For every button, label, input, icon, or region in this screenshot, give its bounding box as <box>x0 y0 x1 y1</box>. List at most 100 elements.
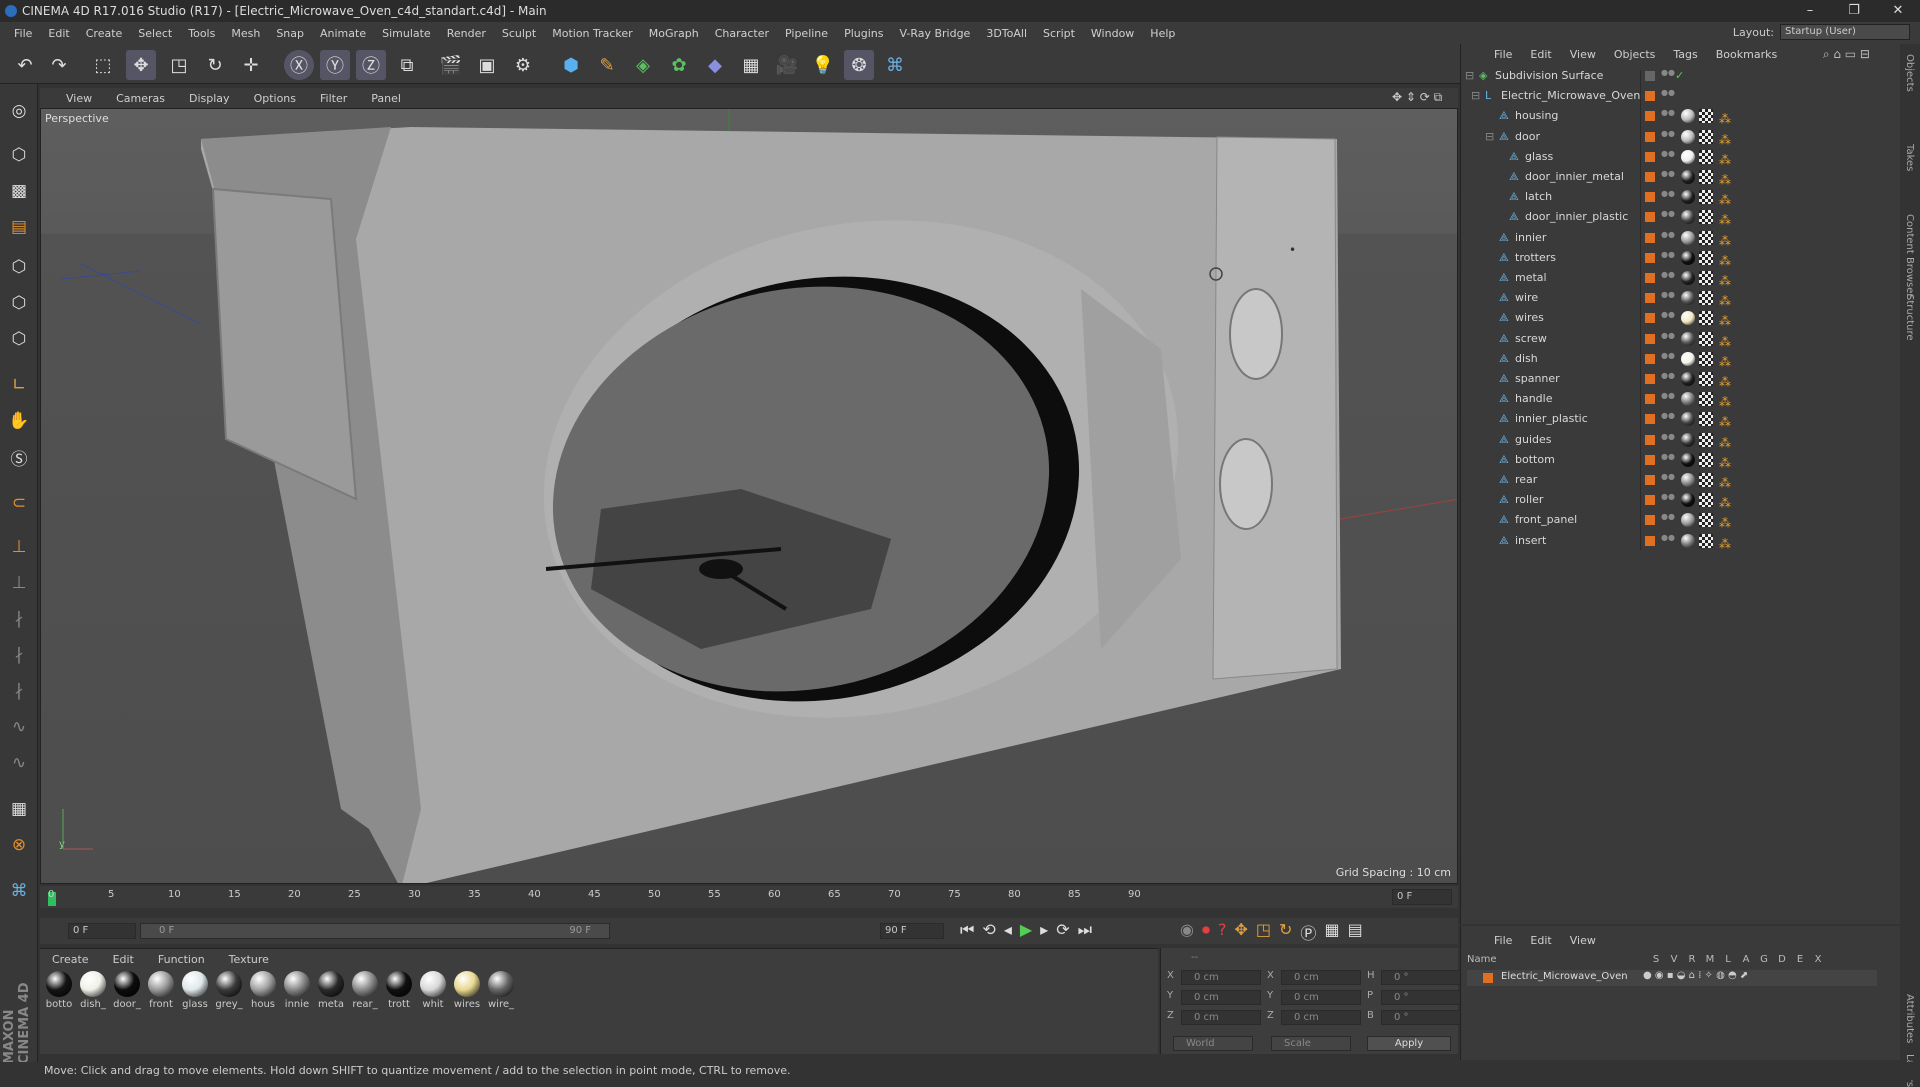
visibility-dots-icon[interactable]: ●● <box>1661 311 1675 324</box>
layout-dropdown[interactable]: Startup (User) <box>1780 24 1910 40</box>
material-swatch[interactable]: botto <box>44 971 74 1010</box>
make-editable-icon[interactable]: ◎ <box>4 96 34 126</box>
timeline-ruler[interactable]: 0 5 10 15 20 25 30 35 40 45 50 55 60 65 70 75 80 85 90 0 F <box>40 886 1458 908</box>
object-row[interactable]: ⟁ housing ●● ⁂ <box>1461 106 1901 127</box>
visibility-dots-icon[interactable]: ●● <box>1661 392 1675 405</box>
object-menu-tags[interactable]: Tags <box>1664 48 1706 61</box>
end-frame-field[interactable]: 90 F <box>880 923 944 939</box>
uvw-tag-icon[interactable] <box>1699 452 1713 467</box>
side-tab-attributes[interactable]: Attributes <box>1904 994 1915 1043</box>
material-tag-icon[interactable] <box>1681 493 1695 508</box>
visibility-dots-icon[interactable]: ●● <box>1661 109 1675 122</box>
object-row[interactable]: ⟁ spanner ●● ⁂ <box>1461 369 1901 390</box>
menu-plugins[interactable]: Plugins <box>836 27 891 40</box>
material-swatch[interactable]: wires <box>452 971 482 1010</box>
object-row[interactable]: ⟁ insert ●● ⁂ <box>1461 531 1901 551</box>
material-tag-icon[interactable] <box>1681 170 1695 184</box>
object-row[interactable]: ⟁ dish ●● ⁂ <box>1461 349 1901 369</box>
material-tag-icon[interactable] <box>1681 533 1695 548</box>
material-swatch[interactable]: trott <box>384 971 414 1010</box>
tweak-mode-icon[interactable]: ✋ <box>4 406 34 436</box>
material-tag-icon[interactable] <box>1681 230 1695 245</box>
visibility-dots-icon[interactable]: ●● <box>1661 412 1675 425</box>
menu-simulate[interactable]: Simulate <box>374 27 439 40</box>
previous-key-icon[interactable]: ⟲ <box>982 920 995 940</box>
menu-help[interactable]: Help <box>1142 27 1183 40</box>
layer-color-swatch[interactable] <box>1645 353 1655 364</box>
side-tab-takes[interactable]: Takes <box>1904 144 1915 171</box>
scale-key-icon[interactable]: ◳ <box>1256 920 1271 944</box>
uvw-tag-icon[interactable] <box>1699 250 1713 265</box>
material-tag-icon[interactable] <box>1681 351 1695 366</box>
camera-icon[interactable]: 🎥 <box>772 50 802 80</box>
object-row[interactable]: ⟁ bottom ●● ⁂ <box>1461 450 1901 470</box>
column-header[interactable]: A <box>1737 954 1755 968</box>
current-frame-field[interactable]: 0 F <box>1392 889 1452 905</box>
object-row[interactable]: ⟁ innier ●● ⁂ <box>1461 228 1901 248</box>
uvw-tag-icon[interactable] <box>1699 351 1713 366</box>
material-tag-icon[interactable] <box>1681 331 1695 346</box>
visibility-dots-icon[interactable]: ●● <box>1661 452 1675 466</box>
deformer-icon[interactable]: ◆ <box>700 50 730 80</box>
layer-color-swatch[interactable] <box>1645 515 1655 526</box>
layer-color-swatch[interactable] <box>1645 454 1655 465</box>
locked-workplane-icon[interactable]: ⊥ <box>4 568 34 598</box>
expand-toggle-icon[interactable]: ⊟ <box>1465 70 1477 82</box>
coordinate-field[interactable]: 0 cm <box>1281 990 1361 1005</box>
rotation-key-icon[interactable]: ↻ <box>1279 920 1292 944</box>
apply-button[interactable]: Apply <box>1367 1036 1451 1051</box>
menu-3dtoall[interactable]: 3DToAll <box>978 27 1035 40</box>
layer-color-swatch[interactable] <box>1645 333 1655 344</box>
uvw-tag-icon[interactable] <box>1699 170 1713 184</box>
layer-color-swatch[interactable] <box>1645 374 1655 384</box>
object-row[interactable]: ⟁ door_innier_plastic ●● ⁂ <box>1461 207 1901 228</box>
visibility-dots-icon[interactable]: ●● <box>1661 89 1675 102</box>
visibility-dots-icon[interactable]: ●● <box>1661 291 1675 304</box>
planar-workplane-icon[interactable]: ∤ <box>4 604 34 634</box>
range-slider[interactable]: 0 F 90 F <box>140 923 610 939</box>
material-swatch[interactable]: whit <box>418 971 448 1010</box>
mograph-cloner-icon[interactable]: ✿ <box>664 50 694 80</box>
column-header[interactable]: X <box>1809 954 1827 968</box>
coordinate-field[interactable]: 0 cm <box>1181 1010 1261 1025</box>
scale-tool-icon[interactable]: ◳ <box>164 50 194 80</box>
menu-select[interactable]: Select <box>130 27 180 40</box>
z-axis-lock-icon[interactable]: Ⓩ <box>356 50 386 80</box>
menu-v-ray-bridge[interactable]: V-Ray Bridge <box>891 27 978 40</box>
material-swatch[interactable]: front <box>146 971 176 1010</box>
undo-icon[interactable]: ↶ <box>10 50 40 80</box>
polygons-mode-icon[interactable]: ⬡ <box>4 324 34 354</box>
python-script-icon[interactable]: ⌘ <box>4 876 34 906</box>
maximize-button[interactable]: ❐ <box>1832 0 1876 22</box>
object-row[interactable]: ⟁ door_innier_metal ●● ⁂ <box>1461 167 1901 188</box>
visibility-dots-icon[interactable]: ●● <box>1661 210 1675 223</box>
visibility-dots-icon[interactable]: ●● <box>1661 533 1675 547</box>
position-key-icon[interactable]: ✥ <box>1234 920 1247 944</box>
material-swatch[interactable]: grey_ <box>214 971 244 1010</box>
uvw-tag-icon[interactable] <box>1699 230 1713 245</box>
visibility-dots-icon[interactable]: ●● <box>1661 351 1675 365</box>
uvw-tag-icon[interactable] <box>1699 190 1713 205</box>
minimize-button[interactable]: – <box>1788 0 1832 22</box>
layer-color-swatch[interactable] <box>1645 252 1655 263</box>
subdivision-surface-icon[interactable]: ◈ <box>628 50 658 80</box>
record-keys-icon[interactable]: ◉ <box>1180 920 1194 944</box>
paint-icon[interactable]: ∿ <box>4 712 34 742</box>
viewport-menu-cameras[interactable]: Cameras <box>104 92 177 105</box>
point-level-animation-icon[interactable]: ▦ <box>1324 920 1339 944</box>
object-manager-search-icon[interactable]: ⌕ ⌂ ▭ ⊟ <box>1823 47 1870 62</box>
object-row[interactable]: ⟁ wire ●● ⁂ <box>1461 288 1901 309</box>
timeline-window-icon[interactable]: ▤ <box>1348 920 1363 944</box>
layer-color-swatch[interactable] <box>1645 131 1655 142</box>
object-row[interactable]: ⟁ roller ●● ⁂ <box>1461 490 1901 511</box>
visibility-dots-icon[interactable]: ●● <box>1661 331 1675 345</box>
previous-frame-icon[interactable]: ◂ <box>1004 920 1012 940</box>
coordinate-field[interactable]: 0 ° <box>1381 970 1461 985</box>
uvw-tag-icon[interactable] <box>1699 432 1713 447</box>
layer-menu-edit[interactable]: Edit <box>1521 934 1560 947</box>
visibility-dots-icon[interactable]: ●● <box>1661 432 1675 446</box>
column-header[interactable]: V <box>1665 954 1683 968</box>
object-row[interactable]: ⟁ rear ●● ⁂ <box>1461 470 1901 491</box>
column-header[interactable]: D <box>1773 954 1791 968</box>
next-frame-icon[interactable]: ▸ <box>1040 920 1048 940</box>
